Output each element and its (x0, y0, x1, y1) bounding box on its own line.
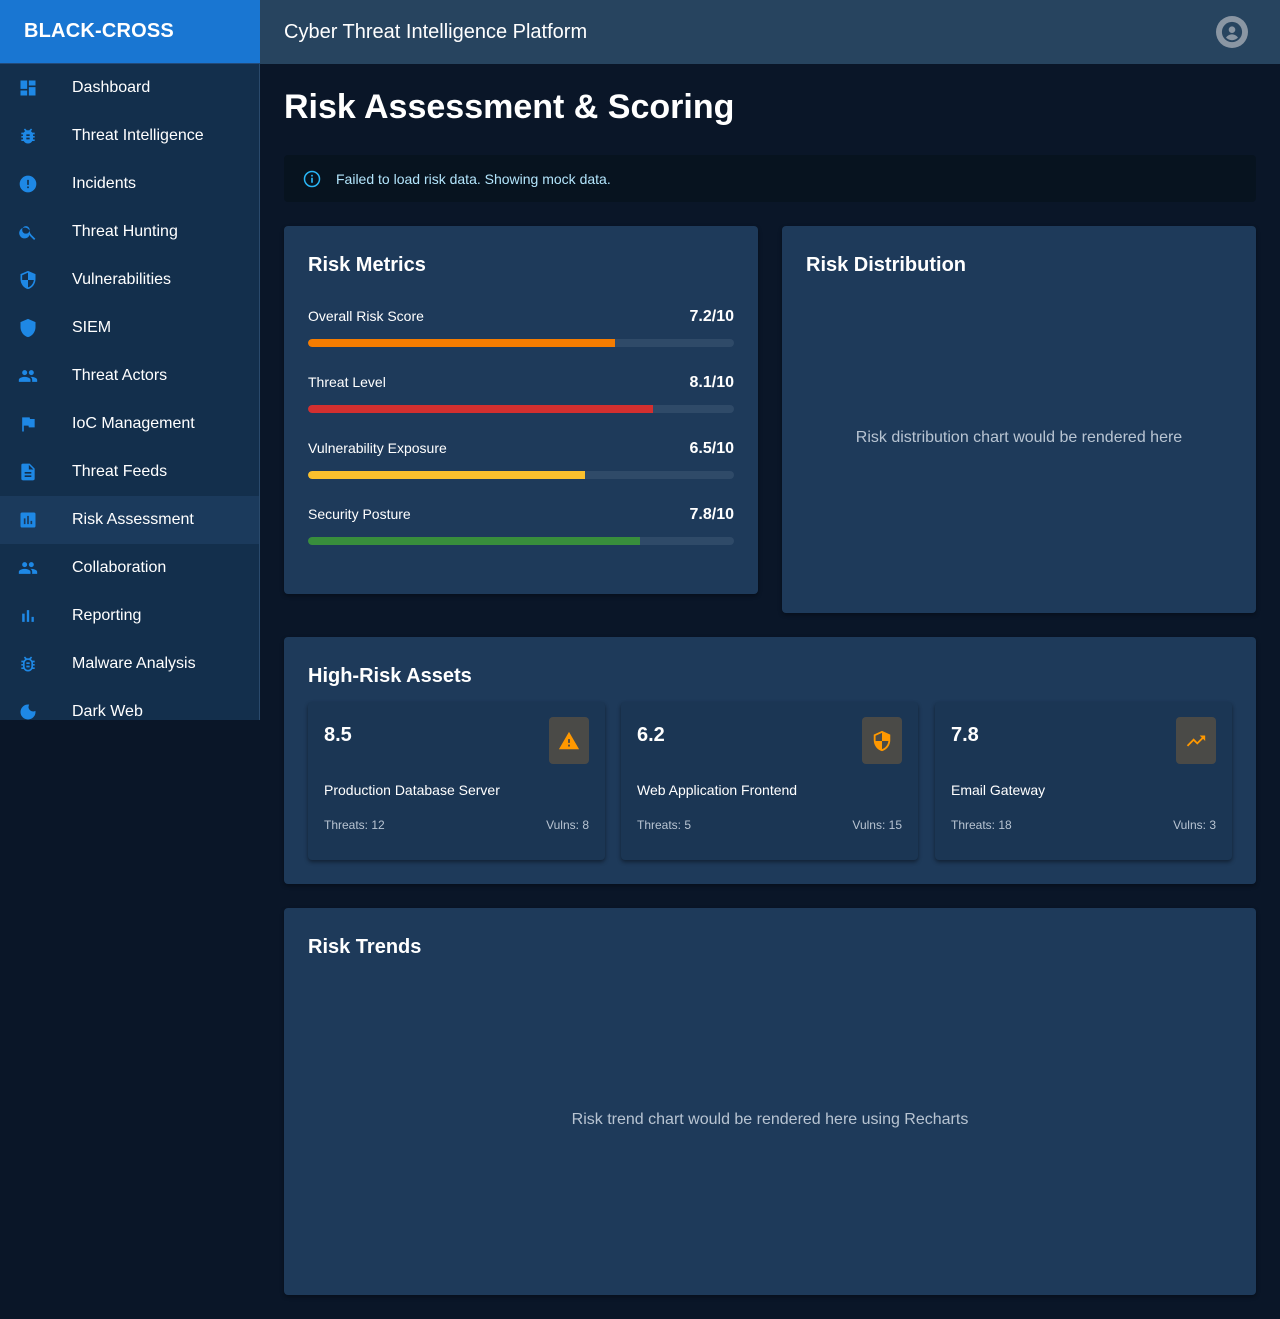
sidebar-item-label: Dark Web (72, 703, 143, 720)
risk-distribution-title: Risk Distribution (806, 254, 967, 276)
asset-card[interactable]: 6.2 Web Application Frontend Threats: 5 … (621, 702, 918, 860)
sidebar-item-dark-web[interactable]: Dark Web (0, 688, 259, 720)
asset-card[interactable]: 8.5 Production Database Server Threats: … (308, 702, 605, 860)
sidebar-item-label: Dashboard (72, 79, 151, 96)
search-icon (18, 222, 38, 242)
asset-vulns-count: Vulns: 3 (1173, 818, 1216, 832)
bar-chart-icon (18, 606, 38, 626)
dashboard-icon (18, 78, 38, 98)
metric-value: 8.1/10 (689, 374, 734, 391)
document-icon (18, 462, 38, 482)
metric-value: 7.8/10 (689, 506, 734, 523)
risk-trends-card: Risk Trends Risk trend chart would be re… (284, 908, 1256, 1295)
bug-outline-icon (18, 654, 38, 674)
asset-name: Email Gateway (951, 782, 1046, 798)
info-alert: Failed to load risk data. Showing mock d… (284, 155, 1256, 202)
warning-icon (549, 717, 589, 764)
metric-label: Vulnerability Exposure (308, 440, 447, 456)
bug-icon (18, 126, 38, 146)
risk-trends-title: Risk Trends (308, 936, 422, 958)
metric-progress-fill (308, 405, 654, 413)
metric-progress-bar (308, 339, 734, 347)
metric-progress-fill (308, 339, 615, 347)
metric-progress-bar (308, 405, 734, 413)
sidebar-item-threat-intelligence[interactable]: Threat Intelligence (0, 112, 259, 160)
metric-value: 7.2/10 (689, 308, 734, 325)
sidebar-item-risk-assessment[interactable]: Risk Assessment (0, 496, 259, 544)
metric-progress-fill (308, 471, 585, 479)
asset-threats-count: Threats: 18 (951, 818, 1012, 832)
asset-name: Production Database Server (324, 782, 500, 798)
metric-progress-fill (308, 537, 641, 545)
shield-half-icon (18, 270, 38, 290)
sidebar-item-label: IoC Management (72, 415, 195, 432)
account-circle-icon (1221, 21, 1243, 43)
asset-vulns-count: Vulns: 8 (546, 818, 589, 832)
sidebar-item-incidents[interactable]: Incidents (0, 160, 259, 208)
sidebar-item-reporting[interactable]: Reporting (0, 592, 259, 640)
app-header: Cyber Threat Intelligence Platform (260, 0, 1280, 64)
alert-circle-icon (18, 174, 38, 194)
account-button[interactable] (1216, 16, 1248, 48)
page-title: Risk Assessment & Scoring (284, 88, 735, 126)
sidebar-item-vulnerabilities[interactable]: Vulnerabilities (0, 256, 259, 304)
risk-distribution-card: Risk Distribution Risk distribution char… (782, 226, 1256, 613)
alert-message: Failed to load risk data. Showing mock d… (336, 170, 611, 187)
sidebar-item-ioc-management[interactable]: IoC Management (0, 400, 259, 448)
sidebar-item-collaboration[interactable]: Collaboration (0, 544, 259, 592)
asset-name: Web Application Frontend (637, 782, 798, 798)
asset-vulns-count: Vulns: 15 (852, 818, 902, 832)
moon-icon (18, 702, 38, 720)
sidebar-item-malware-analysis[interactable]: Malware Analysis (0, 640, 259, 688)
sidebar-item-label: Incidents (72, 175, 137, 192)
sidebar-item-label: Reporting (72, 607, 142, 624)
metric-progress-bar (308, 471, 734, 479)
sidebar-item-label: Threat Intelligence (72, 127, 204, 144)
asset-card[interactable]: 7.8 Email Gateway Threats: 18 Vulns: 3 (935, 702, 1232, 860)
sidebar-item-label: Malware Analysis (72, 655, 196, 672)
metric-value: 6.5/10 (689, 440, 734, 457)
sidebar-item-threat-actors[interactable]: Threat Actors (0, 352, 259, 400)
app-title: Cyber Threat Intelligence Platform (284, 20, 588, 43)
sidebar-item-label: SIEM (72, 319, 112, 336)
security-shield-icon (862, 717, 902, 764)
sidebar-item-threat-hunting[interactable]: Threat Hunting (0, 208, 259, 256)
sidebar-nav: Dashboard Threat Intelligence Incidents … (0, 64, 260, 720)
info-icon (302, 169, 322, 189)
sidebar-item-label: Risk Assessment (72, 511, 194, 528)
shield-icon (18, 318, 38, 338)
metric-label: Threat Level (308, 374, 386, 390)
people-icon (18, 366, 38, 386)
brand-logo[interactable]: BLACK-CROSS (0, 0, 260, 64)
asset-risk-score: 6.2 (637, 724, 665, 746)
asset-threats-count: Threats: 5 (637, 818, 692, 832)
sidebar-item-label: Threat Actors (72, 367, 168, 384)
risk-metrics-title: Risk Metrics (308, 254, 426, 276)
brand-name: BLACK-CROSS (24, 20, 174, 42)
sidebar-item-dashboard[interactable]: Dashboard (0, 64, 259, 112)
sidebar-item-label: Vulnerabilities (72, 271, 172, 288)
asset-threats-count: Threats: 12 (324, 818, 385, 832)
trending-up-icon (1176, 717, 1216, 764)
asset-risk-score: 7.8 (951, 724, 979, 746)
sidebar-item-label: Threat Feeds (72, 463, 168, 480)
sidebar-item-label: Threat Hunting (72, 223, 178, 240)
metric-label: Security Posture (308, 506, 411, 522)
metric-progress-bar (308, 537, 734, 545)
metric-label: Overall Risk Score (308, 308, 424, 324)
flag-icon (18, 414, 38, 434)
asset-risk-score: 8.5 (324, 724, 352, 746)
high-risk-assets-title: High-Risk Assets (308, 665, 472, 687)
risk-metrics-card: Risk Metrics Overall Risk Score 7.2/10 T… (284, 226, 758, 594)
risk-trends-placeholder: Risk trend chart would be rendered here … (571, 1111, 969, 1128)
assessment-icon (18, 510, 38, 530)
sidebar-item-threat-feeds[interactable]: Threat Feeds (0, 448, 259, 496)
people-icon (18, 558, 38, 578)
sidebar-item-siem[interactable]: SIEM (0, 304, 259, 352)
sidebar-item-label: Collaboration (72, 559, 167, 576)
risk-distribution-placeholder: Risk distribution chart would be rendere… (855, 429, 1183, 446)
